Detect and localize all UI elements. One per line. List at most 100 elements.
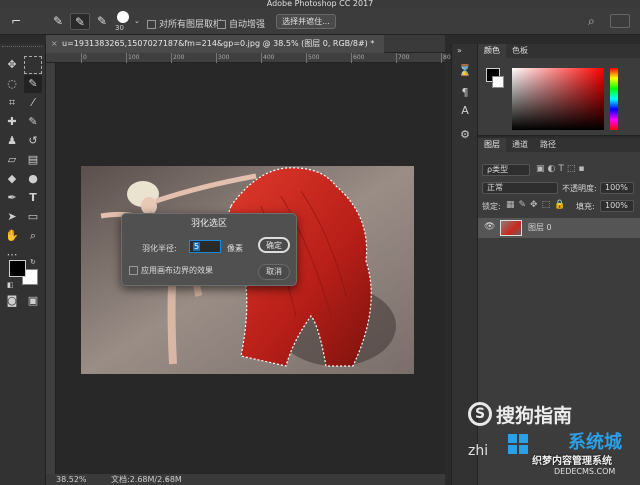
zoom-level[interactable]: 38.52% bbox=[56, 474, 87, 485]
watermark-site: 系统城 bbox=[568, 432, 622, 453]
pen-tool-icon[interactable]: ✒ bbox=[3, 189, 21, 207]
close-tab-icon[interactable]: × bbox=[51, 35, 58, 53]
brush-preview-icon[interactable] bbox=[117, 11, 129, 23]
new-selection-brush-icon[interactable]: ✎ bbox=[48, 13, 68, 30]
apply-canvas-bounds-checkbox[interactable]: 应用画布边界的效果 bbox=[129, 265, 213, 276]
document-tab-title: u=1931383265,1507027187&fm=214&gp=0.jpg … bbox=[62, 39, 375, 48]
feather-selection-dialog: 羽化选区 羽化半径: 5 像素 应用画布边界的效果 确定 取消 bbox=[121, 213, 297, 286]
app-title: Adobe Photoshop CC 2017 bbox=[266, 0, 374, 8]
screen-mode-icon[interactable]: ▣ bbox=[24, 292, 42, 310]
fill-label: 填充: bbox=[576, 202, 595, 211]
watermark-brand: 搜狗指南 bbox=[496, 405, 573, 427]
swap-colors-icon[interactable]: ↻ bbox=[30, 258, 36, 266]
ok-button[interactable]: 确定 bbox=[258, 237, 290, 253]
unit-label: 像素 bbox=[227, 244, 243, 253]
options-bar: ⌐ ✎ ✎ ✎ 30 ⌄ 对所有图层取样 自动增强 选择并遮住... ⌕ bbox=[0, 8, 640, 35]
status-bar: 38.52% 文档:2.68M/2.68M › bbox=[46, 474, 445, 485]
color-panel-background-swatch[interactable] bbox=[492, 76, 504, 88]
auto-enhance-checkbox[interactable]: 自动增强 bbox=[217, 17, 265, 30]
tab-swatches[interactable]: 色板 bbox=[506, 44, 534, 58]
move-tool-icon[interactable]: ✥ bbox=[3, 56, 21, 74]
foreground-color-swatch[interactable] bbox=[9, 260, 26, 277]
crop-tool-icon[interactable]: ⌗ bbox=[3, 94, 21, 112]
title-bar: Adobe Photoshop CC 2017 bbox=[0, 0, 640, 8]
ruler-mark: 0 bbox=[81, 53, 87, 63]
layer-filter-select[interactable]: ρ类型 bbox=[482, 164, 530, 176]
watermark-sub: zhi bbox=[468, 443, 489, 459]
add-to-selection-brush-icon[interactable]: ✎ bbox=[70, 13, 90, 30]
document-tab[interactable]: × u=1931383265,1507027187&fm=214&gp=0.jp… bbox=[46, 35, 384, 53]
clone-stamp-tool-icon[interactable]: ♟ bbox=[3, 132, 21, 150]
layer-name[interactable]: 图层 0 bbox=[528, 222, 552, 233]
watermark-site-cn: 织梦内容管理系统 bbox=[532, 456, 612, 467]
cancel-button[interactable]: 取消 bbox=[258, 264, 290, 280]
tab-channels[interactable]: 通道 bbox=[506, 138, 534, 152]
lock-icons[interactable]: ▦✎✥⬚🔒 bbox=[506, 200, 569, 210]
feather-radius-input[interactable]: 5 bbox=[189, 240, 221, 253]
properties-panel-icon[interactable]: ⚙ bbox=[456, 126, 474, 144]
workspace-switcher-icon[interactable] bbox=[610, 14, 630, 28]
brush-tool-icon[interactable]: ✎ bbox=[24, 113, 42, 131]
brush-size-value: 30 bbox=[115, 24, 124, 32]
document-tab-bar: × u=1931383265,1507027187&fm=214&gp=0.jp… bbox=[46, 35, 445, 53]
document-size: 文档:2.68M/2.68M bbox=[111, 475, 182, 484]
subtract-selection-brush-icon[interactable]: ✎ bbox=[92, 13, 112, 30]
quick-selection-tool-icon[interactable]: ✎ bbox=[24, 75, 42, 93]
ruler-mark: 700 bbox=[396, 53, 410, 63]
visibility-eye-icon[interactable]: 👁 bbox=[484, 222, 495, 232]
healing-brush-tool-icon[interactable]: ✚ bbox=[3, 113, 21, 131]
sample-all-layers-checkbox[interactable]: 对所有图层取样 bbox=[147, 17, 222, 30]
dodge-tool-icon[interactable]: ● bbox=[24, 170, 42, 188]
blend-mode-select[interactable]: 正常 bbox=[482, 182, 558, 194]
layers-panel-tabs: 图层 通道 路径 bbox=[478, 138, 640, 152]
eyedropper-tool-icon[interactable]: ⁄ bbox=[24, 94, 42, 112]
ruler-mark: 500 bbox=[306, 53, 320, 63]
brush-dropdown-icon[interactable]: ⌄ bbox=[134, 17, 140, 25]
blur-tool-icon[interactable]: ◆ bbox=[3, 170, 21, 188]
layer-row[interactable]: 👁 图层 0 bbox=[478, 218, 640, 238]
gradient-tool-icon[interactable]: ▤ bbox=[24, 151, 42, 169]
marquee-tool-icon[interactable] bbox=[24, 56, 42, 74]
tab-color[interactable]: 颜色 bbox=[478, 44, 506, 58]
quick-selection-tool-preset-icon[interactable]: ⌐ bbox=[6, 13, 26, 30]
select-and-mask-button[interactable]: 选择并遮住... bbox=[276, 14, 336, 29]
path-selection-tool-icon[interactable]: ➤ bbox=[3, 208, 21, 226]
dialog-title: 羽化选区 bbox=[190, 219, 227, 229]
lock-label: 锁定: bbox=[482, 202, 501, 211]
default-colors-icon[interactable]: ◧ bbox=[7, 281, 14, 289]
horizontal-ruler: 0 100 200 300 400 500 600 700 800 bbox=[46, 53, 454, 63]
opacity-input[interactable]: 100% bbox=[600, 182, 634, 194]
hue-slider[interactable] bbox=[610, 68, 618, 130]
color-panel: 颜色 色板 bbox=[478, 44, 640, 136]
type-tool-icon[interactable]: T bbox=[24, 189, 42, 207]
collapse-panels-icon[interactable]: » bbox=[457, 46, 462, 55]
history-panel-icon[interactable]: ⌛ bbox=[456, 62, 474, 80]
watermark-site-url: DEDECMS.COM bbox=[554, 467, 616, 476]
search-icon[interactable]: ⌕ bbox=[588, 14, 595, 29]
rectangle-tool-icon[interactable]: ▭ bbox=[24, 208, 42, 226]
paragraph-panel-icon[interactable]: ¶ bbox=[456, 84, 474, 102]
color-field[interactable] bbox=[512, 68, 604, 130]
eraser-tool-icon[interactable]: ▱ bbox=[3, 151, 21, 169]
history-brush-tool-icon[interactable]: ↺ bbox=[24, 132, 42, 150]
layer-filter-icons[interactable]: ▣◐T⬚▪ bbox=[536, 164, 587, 174]
quick-mask-icon[interactable]: ◙ bbox=[3, 292, 21, 310]
color-panel-tabs: 颜色 色板 bbox=[478, 44, 640, 58]
tab-layers[interactable]: 图层 bbox=[478, 138, 506, 152]
lasso-tool-icon[interactable]: ◌ bbox=[3, 75, 21, 93]
ruler-mark: 600 bbox=[351, 53, 365, 63]
hand-tool-icon[interactable]: ✋ bbox=[3, 227, 21, 245]
zoom-tool-icon[interactable]: ⌕ bbox=[24, 227, 42, 245]
character-panel-icon[interactable]: A bbox=[456, 102, 474, 120]
layer-thumbnail bbox=[500, 220, 522, 236]
ruler-mark: 400 bbox=[261, 53, 275, 63]
ruler-mark: 200 bbox=[171, 53, 185, 63]
status-menu-icon[interactable]: › bbox=[166, 474, 169, 485]
vertical-ruler bbox=[46, 63, 56, 474]
toolbox-grip[interactable] bbox=[2, 46, 42, 49]
sogou-logo-icon: S bbox=[468, 402, 492, 426]
tab-paths[interactable]: 路径 bbox=[534, 138, 562, 152]
watermark-overlay: S 搜狗指南 zhi 系统城 织梦内容管理系统 DEDECMS.COM bbox=[468, 398, 640, 485]
fill-input[interactable]: 100% bbox=[600, 200, 634, 212]
feather-radius-label: 羽化半径: bbox=[142, 244, 177, 253]
